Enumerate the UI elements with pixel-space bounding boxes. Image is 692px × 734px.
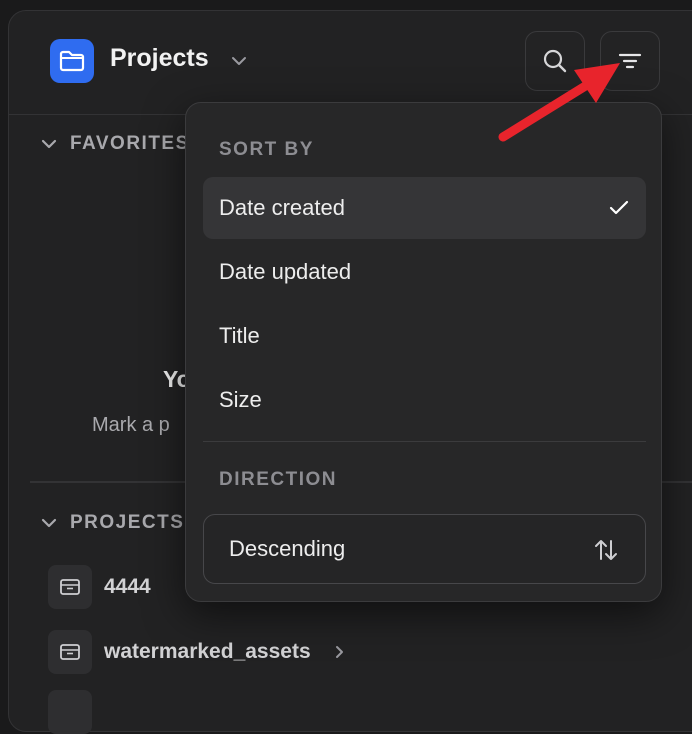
chevron-right-icon[interactable] [333,644,347,660]
project-name: watermarked_assets [104,640,311,663]
favorites-label: FAVORITES [70,133,190,154]
direction-heading: DIRECTION [219,469,337,490]
chevron-down-icon [41,518,57,528]
sort-option-label: Title [219,323,260,348]
menu-divider [203,441,646,442]
project-name: 4444 [104,575,151,598]
project-item[interactable] [48,690,104,734]
direction-value: Descending [229,536,346,561]
sort-option-size[interactable]: Size [203,369,646,431]
filter-lines-icon [618,53,642,69]
sort-dropdown-menu: SORT BY Date created Date updated Title … [185,102,662,602]
sort-option-date-updated[interactable]: Date updated [203,241,646,303]
project-item[interactable]: 4444 [48,565,151,609]
project-item[interactable]: watermarked_assets [48,630,347,674]
search-icon [543,49,567,73]
search-button[interactable] [525,31,585,91]
sort-option-date-created[interactable]: Date created [203,177,646,239]
direction-select[interactable]: Descending [203,514,646,584]
favorites-empty-subtitle: Mark a p [92,414,170,436]
favorites-section-toggle[interactable]: FAVORITES [40,133,190,155]
checkmark-icon [609,200,629,215]
sort-option-label: Size [219,387,262,412]
page-title[interactable]: Projects [110,44,209,73]
sort-filter-button[interactable] [600,31,660,91]
sort-option-label: Date updated [219,259,352,284]
chevron-down-icon [41,139,57,149]
chevron-down-icon[interactable] [230,52,248,75]
archive-box-icon [48,565,92,609]
archive-box-icon [48,690,92,734]
sort-by-heading: SORT BY [219,139,314,160]
sort-option-title[interactable]: Title [203,305,646,367]
app-folder-badge [50,39,94,83]
folder-icon [59,50,85,72]
sort-arrows-icon [595,540,617,560]
projects-section-toggle[interactable]: PROJECTS [40,512,184,534]
projects-label: PROJECTS [70,512,185,533]
archive-box-icon [48,630,92,674]
sort-option-label: Date created [219,195,345,220]
